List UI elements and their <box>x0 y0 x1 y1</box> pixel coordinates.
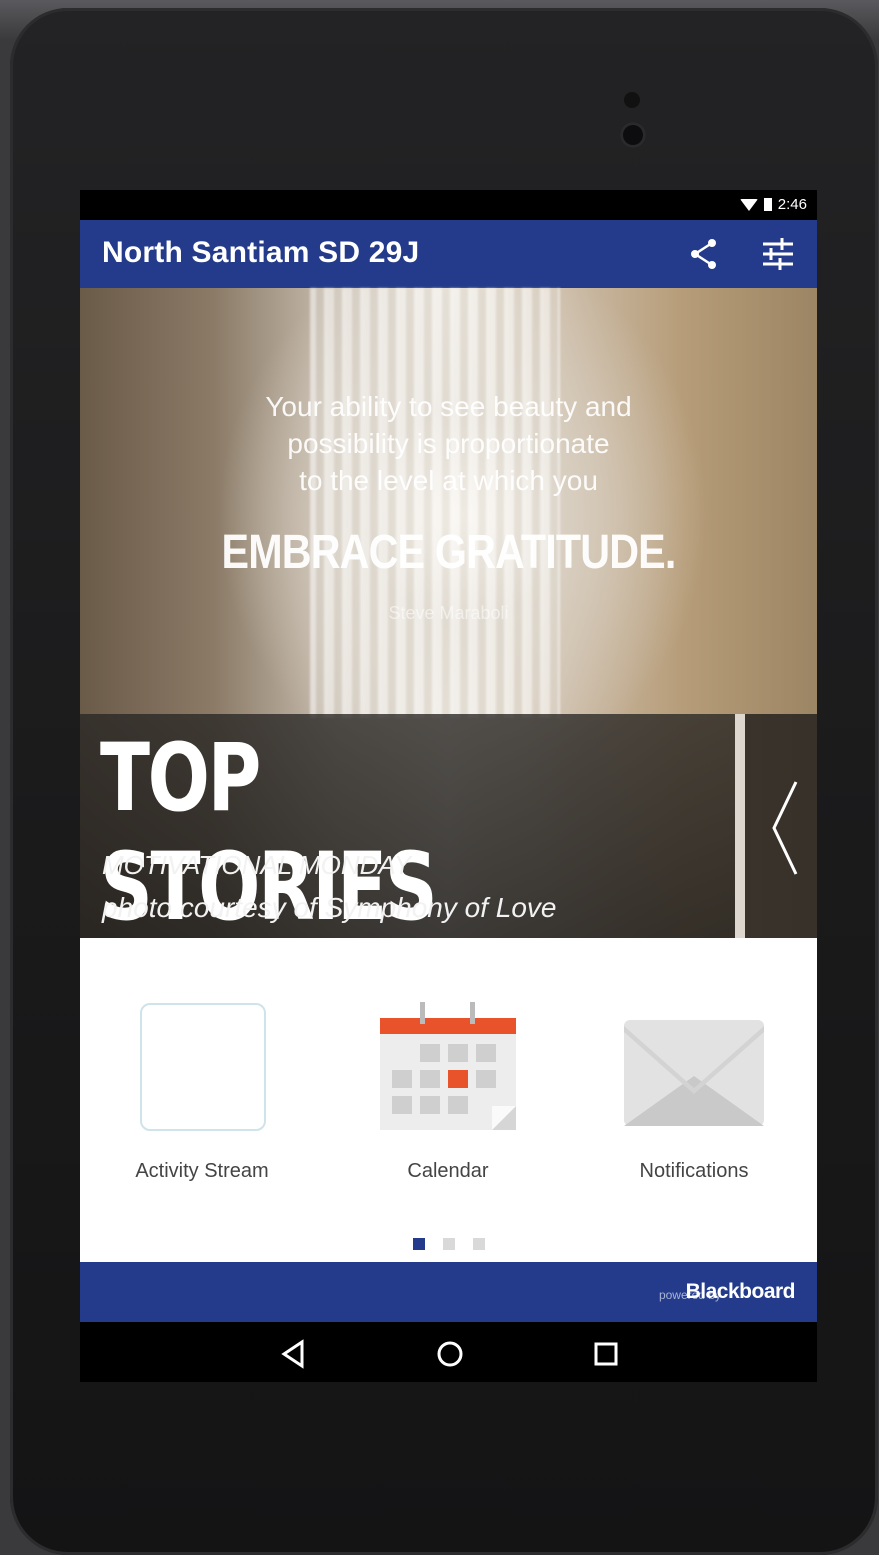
tile-activity-stream[interactable]: Activity Stream <box>102 998 302 1198</box>
story-caption: photo courtesy of Symphony of Love <box>102 892 557 923</box>
app-bar: North Santiam SD 29J <box>80 220 817 288</box>
quote-emphasis: EMBRACE GRATITUDE. <box>221 526 677 579</box>
quote-text: Your ability to see beauty and possibili… <box>265 391 632 496</box>
tile-label: Calendar <box>407 1160 489 1182</box>
front-camera <box>620 122 646 148</box>
envelope-icon <box>624 1020 764 1126</box>
recents-icon[interactable] <box>588 1336 624 1372</box>
status-bar: 2:46 <box>80 190 817 220</box>
screen: 2:46 North Santiam SD 29J Your ability t… <box>80 190 817 1382</box>
quote-author: Steve Maraboli <box>388 603 509 623</box>
page-dot-3[interactable] <box>472 1238 485 1250</box>
footer-bar: powered by Blackboard <box>80 1262 817 1322</box>
top-stories-carousel[interactable]: Your ability to see beauty and possibili… <box>80 288 817 942</box>
app-title: North Santiam SD 29J <box>102 236 420 269</box>
story-caption-band: TOP STORIES MOTIVATIONAL MONDAY photo co… <box>80 714 735 942</box>
share-icon[interactable] <box>684 234 724 274</box>
tile-calendar[interactable]: Calendar <box>348 998 548 1198</box>
story-headline[interactable]: MOTIVATIONAL MONDAY <box>102 850 411 881</box>
tile-label: Activity Stream <box>135 1160 269 1182</box>
home-icon[interactable] <box>432 1336 468 1372</box>
sensor <box>624 92 640 108</box>
activity-stream-icon <box>140 1003 266 1131</box>
waterfall-photo <box>310 288 560 718</box>
tile-notifications[interactable]: Notifications <box>594 998 794 1198</box>
page-indicator <box>80 1238 817 1250</box>
settings-sliders-icon[interactable] <box>758 234 798 274</box>
page-dot-1[interactable] <box>412 1238 425 1250</box>
blackboard-logo: Blackboard <box>685 1280 796 1303</box>
tile-label: Notifications <box>639 1160 749 1182</box>
back-icon[interactable] <box>276 1336 312 1372</box>
chevron-left-icon[interactable] <box>770 778 800 878</box>
battery-icon <box>763 198 772 211</box>
feature-tiles: Activity Stream Calendar Notifications <box>80 938 817 1268</box>
calendar-icon <box>380 1002 516 1130</box>
page-dot-2[interactable] <box>442 1238 455 1250</box>
status-time: 2:46 <box>777 196 807 213</box>
android-nav-bar <box>80 1322 817 1382</box>
carousel-divider <box>735 714 745 938</box>
wifi-icon <box>739 198 758 211</box>
